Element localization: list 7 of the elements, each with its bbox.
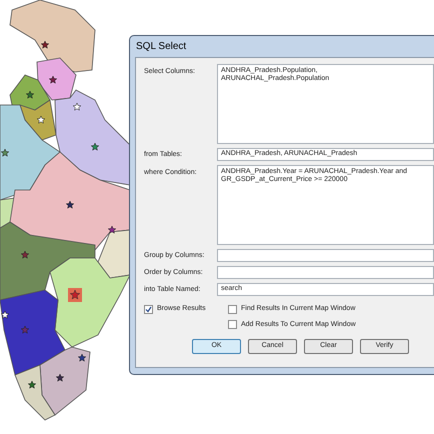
input-field[interactable] (217, 266, 434, 279)
window-title: SQL Select (135, 40, 188, 54)
checkbox[interactable] (144, 304, 153, 314)
checkbox[interactable] (228, 320, 237, 330)
input-field[interactable] (217, 249, 434, 262)
checkbox[interactable] (228, 304, 237, 314)
checkmark-icon (145, 306, 152, 313)
